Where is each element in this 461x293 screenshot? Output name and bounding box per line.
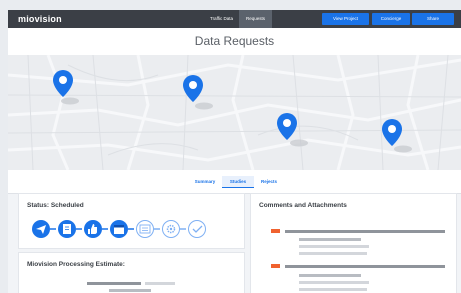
placeholder-line [109, 289, 151, 292]
nav-requests[interactable]: Requests [239, 10, 272, 28]
location-pin[interactable] [382, 119, 402, 146]
location-pin[interactable] [277, 113, 297, 140]
comment-line [285, 265, 445, 268]
comments-heading: Comments and Attachments [259, 202, 347, 209]
placeholder-line [87, 282, 141, 285]
processing-heading: Miovision Processing Estimate: [27, 261, 125, 268]
document-icon [58, 220, 76, 238]
comment-line [285, 230, 445, 233]
video-reel-icon [136, 220, 154, 238]
top-navigation-bar: miovision Traffic Data Requests View Pro… [8, 10, 461, 28]
status-heading: Status: Scheduled [27, 202, 84, 209]
thumbs-up-icon [84, 220, 102, 238]
gear-icon [162, 220, 180, 238]
map-canvas[interactable] [8, 55, 461, 170]
comment-line [299, 274, 361, 277]
tab-studies[interactable]: Studies [222, 176, 254, 188]
status-stepper [32, 220, 206, 238]
app-window: miovision Traffic Data Requests View Pro… [8, 10, 461, 293]
comment-line [299, 252, 367, 255]
title-bar: Data Requests [8, 28, 461, 56]
placeholder-line [145, 282, 175, 285]
map[interactable] [8, 55, 461, 170]
concierge-button[interactable]: Concierge [372, 13, 410, 25]
comment-line [299, 288, 367, 291]
status-card: Status: Scheduled [18, 193, 245, 249]
calendar-icon [110, 220, 128, 238]
location-pin[interactable] [53, 70, 73, 97]
nav-traffic-data[interactable]: Traffic Data [204, 10, 239, 28]
attachment-indicator [271, 264, 280, 268]
processing-estimate-card: Miovision Processing Estimate: [18, 252, 245, 293]
page-title: Data Requests [194, 34, 275, 48]
tab-rejects[interactable]: Rejects [256, 176, 282, 187]
pin-shadows [61, 97, 412, 153]
attachment-indicator [271, 229, 280, 233]
comment-line [299, 238, 361, 241]
tab-summary[interactable]: Summary [191, 176, 219, 187]
comment-line [299, 245, 369, 248]
paper-plane-icon [32, 220, 50, 238]
tab-bar: Summary Studies Rejects [8, 170, 461, 194]
map-roads [8, 55, 461, 170]
comments-card: Comments and Attachments [250, 193, 457, 293]
share-button[interactable]: Share [412, 13, 454, 25]
miovision-logo: miovision [18, 14, 62, 24]
comment-line [299, 281, 369, 284]
checkmark-icon [188, 220, 206, 238]
view-project-button[interactable]: View Project [322, 13, 369, 25]
